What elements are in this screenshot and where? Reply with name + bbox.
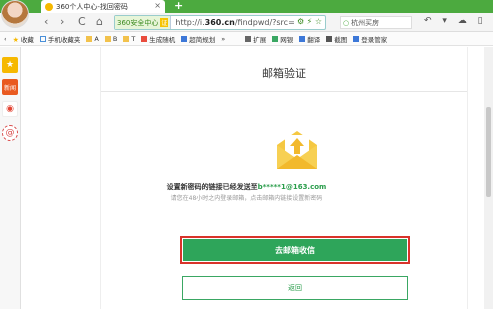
security-indicator[interactable]: 360安全中心 证: [115, 16, 172, 29]
bookmark-overflow[interactable]: »: [221, 35, 225, 43]
bookmark-item[interactable]: 网银: [272, 34, 293, 44]
bookmark-item[interactable]: 翻译: [299, 34, 320, 44]
translate-icon: [299, 35, 306, 42]
page-title: 邮箱验证: [262, 67, 306, 80]
url-text[interactable]: http://i.360.cn/findpwd/?src=: [175, 18, 294, 27]
envelope-upload-icon: [277, 131, 317, 169]
bookmark-item[interactable]: 扩展: [245, 34, 266, 44]
folder-icon: [86, 35, 93, 42]
bookmark-item[interactable]: 生成随机: [141, 34, 175, 44]
page-scrollbar[interactable]: [484, 47, 493, 309]
toolbar-icons[interactable]: ↶ ▾ ☁ ▯ ≡: [424, 16, 493, 26]
bookmark-item[interactable]: 超简规划: [181, 34, 215, 44]
mail-icon[interactable]: @: [2, 125, 18, 141]
bookmark-folder[interactable]: A: [86, 35, 99, 43]
bookmark-item[interactable]: 登录管家: [353, 34, 387, 44]
bookmark-folder[interactable]: B: [104, 35, 117, 43]
news-icon[interactable]: 新闻: [2, 79, 18, 95]
hint-message: 请您在48小时之内登录邮箱，点击邮箱内链接设置新密码: [170, 195, 323, 202]
back-button[interactable]: 返回: [182, 276, 408, 300]
bookmark-item[interactable]: ★ 收藏: [13, 34, 34, 44]
left-sidebar: ★ 新闻 ◉ @: [0, 47, 21, 309]
reload-button[interactable]: C: [78, 15, 86, 28]
back-button[interactable]: ‹: [44, 15, 48, 28]
tab-close-icon[interactable]: ×: [154, 1, 161, 10]
bookmark-item[interactable]: 截图: [326, 34, 347, 44]
address-actions-icon[interactable]: ⚙ ⚡ ☆: [297, 17, 322, 26]
address-bar[interactable]: 360安全中心 证 http://i.360.cn/findpwd/?src= …: [114, 15, 326, 30]
home-button[interactable]: ⌂: [96, 15, 103, 28]
folder-icon: [123, 35, 130, 42]
grid-icon: [245, 35, 252, 42]
navigation-bar: ‹ › C ⌂ 360安全中心 证 http://i.360.cn/findpw…: [0, 13, 493, 32]
scrollbar-thumb[interactable]: [486, 107, 491, 197]
phone-icon: [39, 35, 46, 42]
bookmark-folder[interactable]: T: [123, 35, 135, 43]
scissors-icon: [326, 35, 333, 42]
search-icon: ○: [343, 18, 350, 27]
verification-card: 邮箱验证: [100, 47, 468, 309]
search-box[interactable]: ○ 杭州买房: [340, 16, 412, 29]
certificate-badge: 证: [160, 18, 169, 27]
tab-active[interactable]: 360个人中心-找回密码 ×: [41, 0, 165, 13]
shield-icon: [272, 35, 279, 42]
masked-email: b*****1@163.com: [257, 183, 327, 191]
bookmark-item[interactable]: 手机收藏夹: [39, 34, 80, 44]
sent-message: 设置新密码的链接已经发送至b*****1@163.com: [166, 183, 327, 191]
key-icon: [353, 35, 360, 42]
tab-title: 360个人中心-找回密码: [56, 2, 128, 11]
tab-bar: 360个人中心-找回密码 × +: [0, 0, 493, 13]
go-to-mailbox-label: 去邮箱收信: [183, 239, 407, 261]
star-icon: ★: [12, 35, 19, 44]
new-tab-button[interactable]: +: [174, 0, 183, 12]
go-to-mailbox-button[interactable]: 去邮箱收信: [180, 236, 410, 264]
site-logo-icon: [45, 2, 53, 11]
plan-icon: [181, 35, 188, 42]
user-avatar[interactable]: [1, 0, 29, 28]
folder-icon: [104, 35, 111, 42]
bookmark-bar: ‹ ★ 收藏 手机收藏夹 A B T 生成随机 超简规划 » 扩展 网银 翻译 截…: [0, 32, 493, 46]
weibo-icon[interactable]: ◉: [2, 101, 18, 117]
forward-button[interactable]: ›: [60, 15, 64, 28]
title-divider: [101, 91, 467, 92]
random-icon: [141, 35, 148, 42]
bookmark-collapse-icon[interactable]: ‹: [4, 35, 7, 43]
star-icon[interactable]: ★: [2, 57, 18, 73]
